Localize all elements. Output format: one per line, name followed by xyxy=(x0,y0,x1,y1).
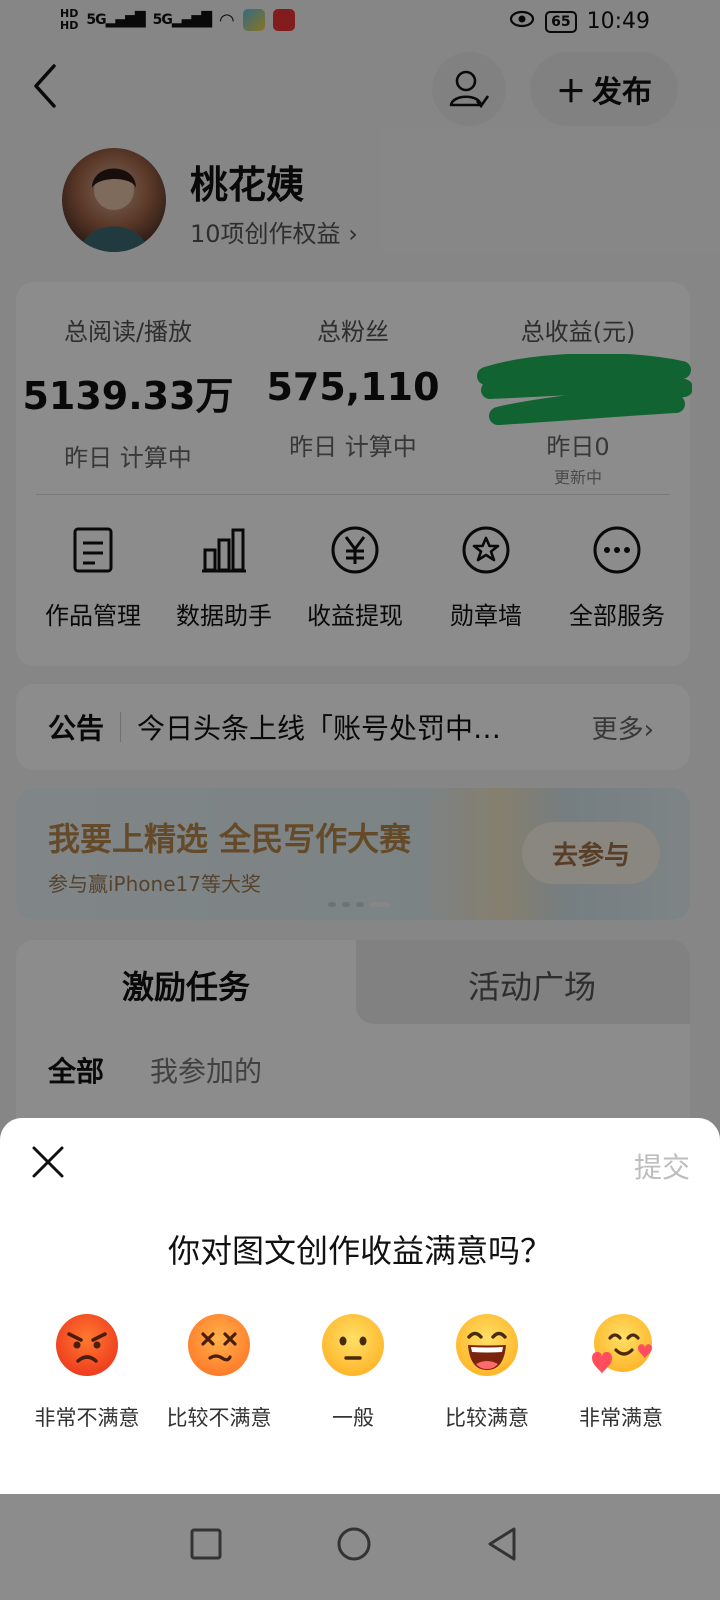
rating-label: 非常满意 xyxy=(579,1406,663,1430)
recent-apps-button[interactable] xyxy=(186,1524,226,1564)
close-button[interactable] xyxy=(30,1144,66,1180)
system-back-button[interactable] xyxy=(482,1524,522,1564)
dizzy-face-icon xyxy=(188,1314,250,1376)
triangle-back-icon xyxy=(488,1527,516,1561)
rating-label: 比较不满意 xyxy=(166,1406,272,1430)
laughing-face-icon xyxy=(456,1314,518,1376)
square-icon xyxy=(190,1528,222,1560)
system-navigation-bar xyxy=(0,1494,720,1600)
survey-question: 你对图文创作收益满意吗？ xyxy=(167,1232,552,1270)
rating-dissatisfied[interactable]: 比较不满意 xyxy=(154,1312,284,1432)
rating-very-satisfied[interactable]: 非常满意 xyxy=(556,1312,686,1432)
rating-satisfied[interactable]: 比较满意 xyxy=(422,1312,552,1432)
home-button[interactable] xyxy=(334,1524,374,1564)
submit-button[interactable]: 提交 xyxy=(634,1146,690,1186)
rating-very-dissatisfied[interactable]: 非常不满意 xyxy=(22,1312,152,1432)
close-icon xyxy=(32,1146,64,1178)
rating-label: 非常不满意 xyxy=(34,1406,140,1430)
rating-label: 一般 xyxy=(332,1406,374,1430)
satisfaction-survey-sheet: 提交 你对图文创作收益满意吗？ 非常不满意 比较不满意 一般 比较满意 非常满意 xyxy=(0,1118,720,1494)
rating-neutral[interactable]: 一般 xyxy=(288,1312,418,1432)
neutral-face-icon xyxy=(322,1314,384,1376)
angry-face-icon xyxy=(56,1314,118,1376)
smiling-hearts-face-icon xyxy=(592,1314,652,1374)
circle-icon xyxy=(337,1527,371,1561)
rating-label: 比较满意 xyxy=(445,1406,529,1430)
